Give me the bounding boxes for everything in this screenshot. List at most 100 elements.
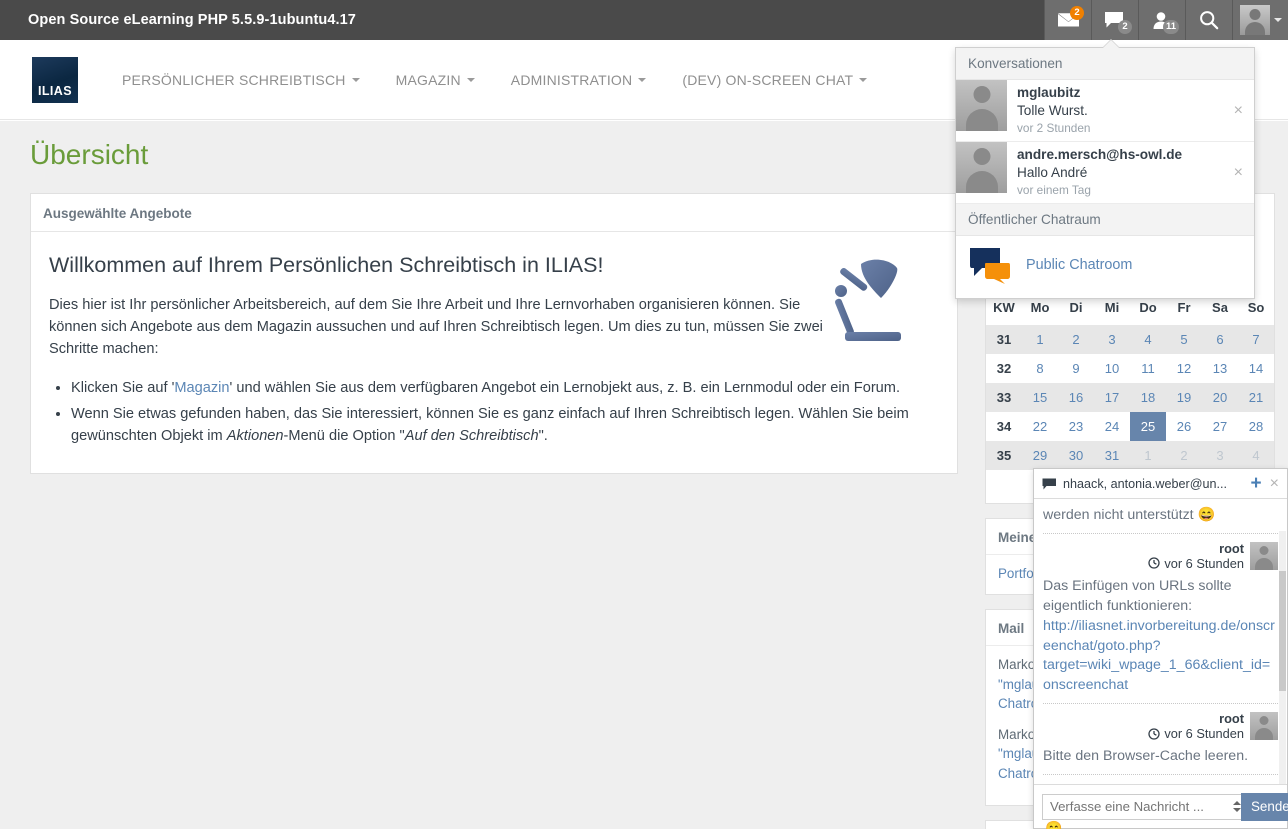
calendar-day[interactable]: 25 <box>1130 412 1166 441</box>
conversation-item[interactable]: andre.mersch@hs-owl.de Hallo André vor e… <box>956 142 1254 204</box>
close-icon[interactable]: × <box>1234 165 1243 181</box>
conversation-message: Tolle Wurst. <box>1017 102 1254 120</box>
panel-body: Willkommen auf Ihrem Persönlichen Schrei… <box>31 232 957 473</box>
bullet1-pre: Klicken Sie auf ' <box>71 380 174 396</box>
calendar-day[interactable]: 4 <box>1238 441 1274 470</box>
calendar-day[interactable]: 14 <box>1238 354 1274 383</box>
user-avatar-menu[interactable] <box>1232 0 1288 40</box>
bullet2-italic-option: Auf den Schreibtisch <box>405 428 539 444</box>
logo-text: ILIAS <box>38 84 72 98</box>
calendar-week-number: 32 <box>986 354 1022 383</box>
calendar-day[interactable]: 27 <box>1202 412 1238 441</box>
calendar-week-number: 31 <box>986 325 1022 354</box>
calendar-day[interactable]: 31 <box>1094 441 1130 470</box>
calendar-day[interactable]: 2 <box>1058 325 1094 354</box>
chat-message-meta: root vor 6 Stunden <box>1043 711 1278 741</box>
welcome-bullet-list: Klicken Sie auf 'Magazin' und wählen Sie… <box>49 377 929 448</box>
calendar-day[interactable]: 10 <box>1094 354 1130 383</box>
system-bar-icons: 2 2 11 <box>1044 0 1288 40</box>
chevron-down-icon <box>1274 18 1282 22</box>
conversation-item[interactable]: mglaubitz Tolle Wurst. vor 2 Stunden × <box>956 80 1254 142</box>
calendar-day[interactable]: 7 <box>1238 325 1274 354</box>
calendar-day[interactable]: 20 <box>1202 383 1238 412</box>
chevron-down-icon <box>638 78 646 82</box>
users-icon-button[interactable]: 11 <box>1138 0 1185 40</box>
send-button[interactable]: Senden <box>1241 793 1288 821</box>
calendar-row: 3315161718192021 <box>986 383 1274 412</box>
calendar-day[interactable]: 28 <box>1238 412 1274 441</box>
chat-window: nhaack, antonia.weber@un... + × werden n… <box>1033 468 1288 829</box>
calendar-week-number: 34 <box>986 412 1022 441</box>
calendar-day[interactable]: 30 <box>1058 441 1094 470</box>
add-participant-icon[interactable]: + <box>1251 474 1262 493</box>
calendar-row: 32891011121314 <box>986 354 1274 383</box>
calendar-day[interactable]: 15 <box>1022 383 1058 412</box>
chevron-down-icon <box>859 78 867 82</box>
nav-item-administration[interactable]: ADMINISTRATION <box>493 72 665 88</box>
chat-message-input[interactable] <box>1042 794 1233 820</box>
magazin-link[interactable]: Magazin <box>174 380 229 396</box>
calendar-row: 311234567 <box>986 325 1274 354</box>
calendar-day[interactable]: 5 <box>1166 325 1202 354</box>
calendar-body: 3112345673289101112131433151617181920213… <box>986 325 1274 470</box>
calendar-day[interactable]: 3 <box>1202 441 1238 470</box>
chat-icon-button[interactable]: 2 <box>1091 0 1138 40</box>
calendar-day[interactable]: 8 <box>1022 354 1058 383</box>
nav-item-personal-desktop[interactable]: PERSÖNLICHER SCHREIBTISCH <box>104 72 378 88</box>
nav-item-label: (DEV) ON-SCREEN CHAT <box>682 72 853 88</box>
calendar-day[interactable]: 13 <box>1202 354 1238 383</box>
calendar-day[interactable]: 6 <box>1202 325 1238 354</box>
nav-item-onscreen-chat[interactable]: (DEV) ON-SCREEN CHAT <box>664 72 885 88</box>
chat-message-author: root <box>1148 541 1244 556</box>
mail-badge: 2 <box>1070 6 1084 20</box>
mail-icon-button[interactable]: 2 <box>1044 0 1091 40</box>
public-chatroom-link[interactable]: Public Chatroom <box>1026 257 1132 273</box>
calendar-day[interactable]: 4 <box>1130 325 1166 354</box>
calendar-week-number: 35 <box>986 441 1022 470</box>
calendar-day[interactable]: 11 <box>1130 354 1166 383</box>
search-icon-button[interactable] <box>1185 0 1232 40</box>
chat-input-stepper[interactable] <box>1233 794 1241 820</box>
calendar-day[interactable]: 12 <box>1166 354 1202 383</box>
close-icon[interactable]: × <box>1234 103 1243 119</box>
calendar-day[interactable]: 3 <box>1094 325 1130 354</box>
nav-item-magazin[interactable]: MAGAZIN <box>378 72 493 88</box>
emoji-picker-icon[interactable]: 😄 <box>1045 820 1062 829</box>
chat-message-list[interactable]: werden nicht unterstützt 😄 root vor 6 St… <box>1034 499 1287 784</box>
conversation-time: vor einem Tag <box>1017 182 1254 199</box>
chat-window-title: nhaack, antonia.weber@un... <box>1063 477 1245 491</box>
avatar <box>1250 542 1278 570</box>
calendar-day[interactable]: 1 <box>1130 441 1166 470</box>
calendar-day[interactable]: 22 <box>1022 412 1058 441</box>
calendar-day[interactable]: 9 <box>1058 354 1094 383</box>
panel-header: Ausgewählte Angebote <box>31 194 957 232</box>
calendar-day[interactable]: 16 <box>1058 383 1094 412</box>
chat-message-link[interactable]: http://iliasnet.invorbereitung.de/onscre… <box>1043 618 1275 694</box>
avatar <box>956 80 1007 131</box>
chat-scrollbar-thumb[interactable] <box>1279 571 1286 691</box>
close-icon[interactable]: × <box>1268 476 1281 492</box>
calendar-day[interactable]: 23 <box>1058 412 1094 441</box>
calendar-table: KW Mo Di Mi Do Fr Sa So 3112345673289101… <box>986 292 1274 470</box>
public-chatroom-item[interactable]: Public Chatroom <box>956 236 1254 298</box>
calendar-day[interactable]: 19 <box>1166 383 1202 412</box>
calendar-day[interactable]: 24 <box>1094 412 1130 441</box>
nav-item-label: MAGAZIN <box>396 72 461 88</box>
calendar-day[interactable]: 26 <box>1166 412 1202 441</box>
avatar <box>1240 5 1270 35</box>
calendar-row: 352930311234 <box>986 441 1274 470</box>
ilias-logo[interactable]: ILIAS <box>32 57 78 103</box>
conversation-text: mglaubitz Tolle Wurst. vor 2 Stunden <box>1007 80 1254 141</box>
calendar-day[interactable]: 18 <box>1130 383 1166 412</box>
chat-window-footer: Senden <box>1034 784 1287 828</box>
calendar-day[interactable]: 17 <box>1094 383 1130 412</box>
chat-scrollbar[interactable] <box>1279 531 1286 784</box>
conversation-name: mglaubitz <box>1017 85 1254 102</box>
calendar-day[interactable]: 2 <box>1166 441 1202 470</box>
chat-message-author: root <box>1148 711 1244 726</box>
calendar-day[interactable]: 1 <box>1022 325 1058 354</box>
conversation-text: andre.mersch@hs-owl.de Hallo André vor e… <box>1007 142 1254 203</box>
calendar-day[interactable]: 29 <box>1022 441 1058 470</box>
calendar-day[interactable]: 21 <box>1238 383 1274 412</box>
public-chatroom-section-title: Öffentlicher Chatraum <box>956 204 1254 236</box>
